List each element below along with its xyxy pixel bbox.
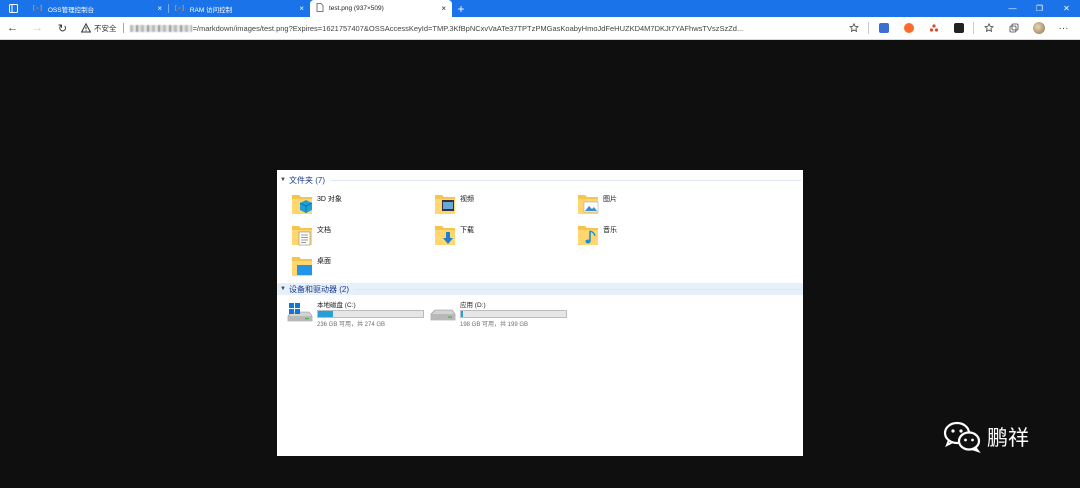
ext-orange-icon[interactable]	[896, 17, 921, 40]
folder-label: 下载	[460, 227, 474, 234]
folder-label: 图片	[603, 196, 617, 203]
tab-title: OSS管理控制台	[47, 6, 95, 14]
address-divider	[122, 23, 124, 33]
drive-icon	[430, 309, 456, 321]
security-label[interactable]: 不安全	[94, 23, 117, 34]
drive-label: 本地磁盘 (C:)	[317, 302, 356, 309]
ext-red-icon[interactable]	[921, 17, 946, 40]
drive-label: 应用 (D:)	[460, 302, 486, 309]
drive-d[interactable]: 应用 (D:) 198 GB 可用，共 199 GB	[430, 299, 567, 328]
star-add-icon[interactable]	[841, 17, 866, 40]
close-window-button[interactable]: ✕	[1053, 4, 1080, 13]
desktop-folder-icon	[292, 257, 312, 276]
tab-title: test.png (937×509)	[329, 5, 384, 12]
3d-objects-folder-icon	[292, 195, 313, 214]
ext-dark-icon[interactable]	[946, 17, 971, 40]
watermark: 鹏祥	[943, 421, 1029, 453]
drive-c[interactable]: 本地磁盘 (C:) 236 GB 可用，共 274 GB	[287, 299, 424, 328]
reload-button[interactable]: ↻	[50, 17, 75, 40]
restore-button[interactable]: ❐	[1026, 4, 1053, 13]
browser-window: [-] OSS管理控制台 × [-] RAM 访问控制 × test.png (…	[0, 0, 1080, 488]
toolbar-divider	[973, 22, 974, 34]
drive-usage-fill	[318, 311, 333, 317]
warning-icon	[81, 23, 91, 33]
minimize-button[interactable]: —	[999, 4, 1026, 13]
documents-folder-icon	[292, 226, 312, 246]
wechat-icon	[943, 421, 981, 453]
folder-label: 文档	[317, 227, 331, 234]
videos-folder-icon	[435, 195, 455, 214]
address-bar[interactable]: 不安全 =/markdown/images/test.png?Expires=1…	[81, 19, 841, 37]
pictures-folder-icon	[578, 195, 599, 214]
tab-actions-icon[interactable]	[0, 0, 26, 17]
drive-free-text: 198 GB 可用，共 199 GB	[460, 322, 529, 328]
drive-usage-bar	[317, 310, 424, 318]
close-tab-icon[interactable]: ×	[299, 4, 304, 13]
drives-group-header[interactable]: ▼ 设备和驱动器 (2)	[277, 283, 803, 295]
close-tab-icon[interactable]: ×	[157, 4, 162, 13]
drive-usage-fill	[461, 311, 463, 317]
window-controls: — ❐ ✕	[999, 0, 1080, 17]
tab-oss-console[interactable]: [-] OSS管理控制台 ×	[26, 0, 168, 17]
tab-strip: [-] OSS管理控制台 × [-] RAM 访问控制 × test.png (…	[0, 0, 1080, 17]
downloads-folder-icon	[435, 226, 455, 245]
toolbar-divider	[868, 22, 869, 34]
url-text[interactable]: =/markdown/images/test.png?Expires=16217…	[193, 24, 744, 33]
tab-title: RAM 访问控制	[189, 6, 233, 14]
collections-icon[interactable]	[1001, 17, 1026, 40]
windows-drive-icon	[287, 303, 313, 322]
drive-usage-bar	[460, 310, 567, 318]
chevron-down-icon: ▼	[280, 286, 286, 292]
menu-icon[interactable]: ···	[1051, 17, 1076, 40]
folder-music[interactable]: 音乐	[577, 223, 617, 247]
folder-label: 视频	[460, 196, 474, 203]
watermark-text: 鹏祥	[987, 426, 1029, 450]
drives-group-title: 设备和驱动器 (2)	[289, 284, 349, 294]
toolbar-actions: ···	[841, 17, 1080, 40]
page-viewport: ▼ 文件夹 (7) 3D 对象 视频 图片 文档 下载 音乐 桌面 ▼ 设备和驱…	[0, 40, 1080, 488]
chevron-down-icon: ▼	[280, 177, 286, 183]
folder-downloads[interactable]: 下载	[434, 223, 474, 247]
tab-test-png[interactable]: test.png (937×509) ×	[310, 0, 452, 17]
new-tab-button[interactable]: +	[452, 0, 470, 17]
drive-free-text: 236 GB 可用，共 274 GB	[317, 322, 386, 328]
favorites-icon[interactable]	[976, 17, 1001, 40]
music-folder-icon	[578, 226, 598, 245]
folder-label: 桌面	[317, 258, 331, 265]
forward-button[interactable]: →	[25, 17, 50, 40]
aliyun-favicon-icon: [-]	[32, 5, 43, 12]
folder-label: 3D 对象	[317, 196, 342, 203]
folder-desktop[interactable]: 桌面	[291, 254, 331, 278]
folder-videos[interactable]: 视频	[434, 192, 474, 216]
tab-ram-access[interactable]: [-] RAM 访问控制 ×	[168, 0, 310, 17]
group-divider	[355, 288, 801, 290]
drive-info: 应用 (D:) 198 GB 可用，共 199 GB	[460, 299, 567, 328]
back-button[interactable]: ←	[0, 17, 25, 40]
folder-3d-objects[interactable]: 3D 对象	[291, 192, 342, 216]
aliyun-favicon-icon: [-]	[174, 5, 185, 12]
group-divider	[331, 179, 801, 181]
drive-info: 本地磁盘 (C:) 236 GB 可用，共 274 GB	[317, 299, 424, 328]
folders-group-title: 文件夹 (7)	[289, 175, 325, 185]
folder-pictures[interactable]: 图片	[577, 192, 617, 216]
folder-documents[interactable]: 文档	[291, 223, 331, 247]
avatar[interactable]	[1026, 17, 1051, 40]
folders-group-header[interactable]: ▼ 文件夹 (7)	[277, 174, 803, 186]
browser-toolbar: ← → ↻ 不安全 =/markdown/images/test.png?Exp…	[0, 17, 1080, 40]
redacted-host	[129, 24, 192, 32]
explorer-screenshot-image: ▼ 文件夹 (7) 3D 对象 视频 图片 文档 下载 音乐 桌面 ▼ 设备和驱…	[277, 170, 803, 456]
close-tab-icon[interactable]: ×	[441, 4, 446, 13]
ext-blue-icon[interactable]	[871, 17, 896, 40]
folder-label: 音乐	[603, 227, 617, 234]
page-favicon-icon	[316, 3, 324, 14]
